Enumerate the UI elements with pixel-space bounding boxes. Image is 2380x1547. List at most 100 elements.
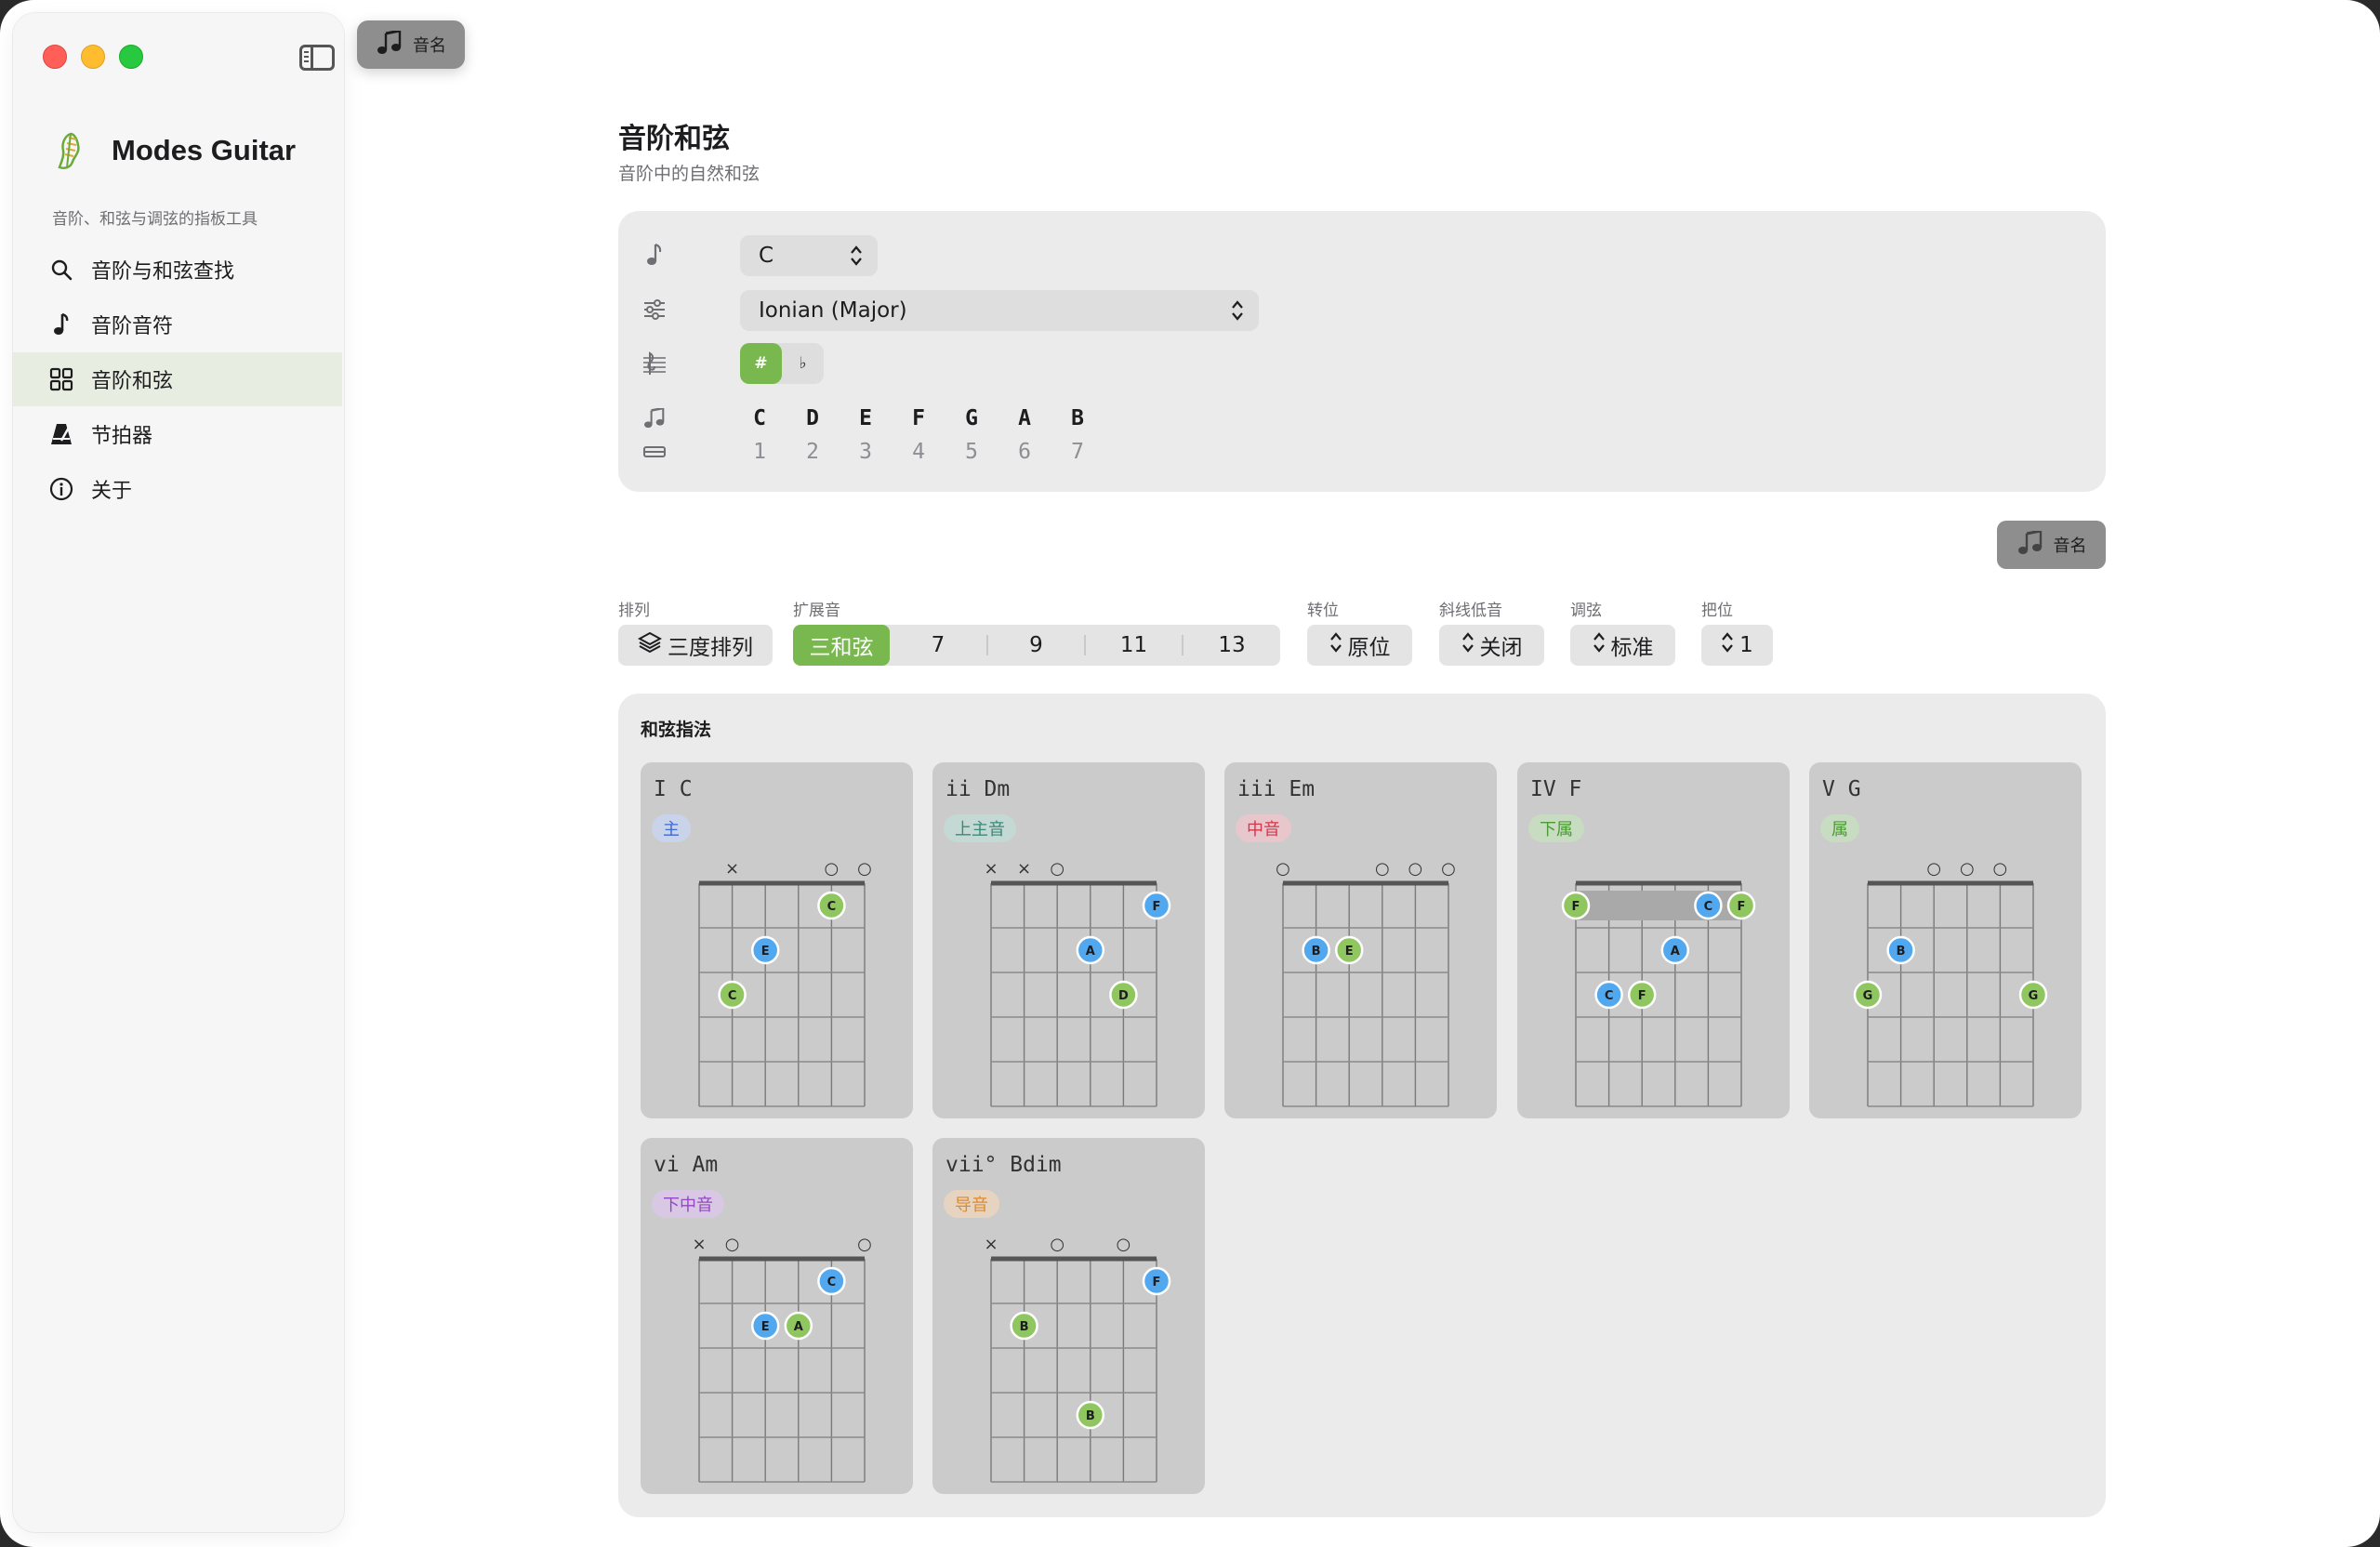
tuning-value: 标准 (1610, 636, 1654, 660)
finger-dot-note: E (761, 1320, 770, 1334)
finger-dot-note: C (827, 1276, 837, 1289)
chord-name: vi Am (654, 1153, 719, 1177)
extensions-segmented-control: 三和弦 7 9 11 13 (793, 625, 1280, 666)
fretboard-diagram: ○ ○ ○ B G G (1853, 859, 2048, 1107)
slash-bass-button[interactable]: 关闭 (1439, 625, 1544, 666)
finger-dot-note: B (1897, 945, 1906, 959)
muted-string-marker: × (1017, 859, 1031, 879)
app-logo-icon (58, 132, 80, 169)
chord-function-badge: 下属 (1528, 814, 1584, 842)
chord-function-badge: 属 (1820, 814, 1859, 842)
sidebar-item-scale-chord-finder[interactable]: 音阶与和弦查找 (13, 243, 342, 297)
root-note-select[interactable]: C (740, 235, 878, 276)
finger-dot-note: C (1704, 900, 1713, 914)
finger-dot-note: G (2029, 989, 2039, 1003)
inversion-button[interactable]: 原位 (1307, 625, 1412, 666)
maximize-window-button[interactable] (119, 45, 143, 69)
accidental-toggle: # ♭ (740, 343, 824, 384)
sidebar-item-scale-notes[interactable]: 音阶音符 (13, 298, 342, 351)
sidebar-toggle-icon[interactable] (299, 45, 335, 71)
chord-name: I C (654, 777, 693, 801)
scale-note: B (1071, 406, 1084, 430)
open-string-marker: ○ (1050, 1235, 1064, 1254)
open-string-marker: ○ (1408, 859, 1423, 879)
fretboard-diagram: ○ ○ ○ ○ B E (1276, 859, 1456, 1107)
search-icon (48, 257, 74, 283)
chord-card[interactable]: I C 主 × ○ ○ C E C (641, 762, 913, 1118)
inversion-label: 转位 (1307, 602, 1339, 620)
slash-bass-label: 斜线低音 (1439, 602, 1502, 620)
extension-option-triad[interactable]: 三和弦 (793, 625, 890, 666)
finger-dot-note: A (1671, 945, 1680, 959)
chord-card[interactable]: vi Am 下中音 × ○ ○ C E A (641, 1138, 913, 1494)
extensions-label: 扩展音 (793, 602, 840, 620)
chord-card[interactable]: vii° Bdim 导音 × ○ ○ F B B (932, 1138, 1205, 1494)
chevron-up-down-icon (1329, 631, 1342, 659)
flat-button[interactable]: ♭ (782, 343, 824, 384)
chord-card[interactable]: IV F 下属 F C F A C F (1517, 762, 1790, 1118)
sidebar-item-label: 音阶音符 (91, 315, 174, 338)
chevron-up-down-icon (851, 245, 862, 266)
muted-string-marker: × (984, 859, 998, 879)
mode-select[interactable]: Ionian (Major) (740, 290, 1259, 331)
sliders-icon (641, 296, 668, 324)
open-string-marker: ○ (1050, 859, 1064, 879)
finger-dot-note: F (1153, 1276, 1161, 1289)
close-window-button[interactable] (43, 45, 67, 69)
inversion-value: 原位 (1347, 636, 1391, 660)
note-names-label: 音名 (2053, 536, 2087, 556)
scale-degree: 4 (912, 440, 925, 464)
page-title: 音阶和弦 (618, 123, 730, 155)
muted-string-marker: × (984, 1235, 998, 1254)
chord-card[interactable]: ii Dm 上主音 × × ○ F A D (932, 762, 1205, 1118)
tuning-label: 调弦 (1570, 602, 1602, 620)
scale-note: E (859, 406, 872, 430)
chord-card[interactable]: V G 属 ○ ○ ○ B G G (1809, 762, 2082, 1118)
toolbar-note-names-label: 音名 (413, 36, 446, 56)
scale-note-column: E3 (847, 406, 884, 464)
extension-option-7[interactable]: 7 (890, 625, 986, 666)
open-string-marker: ○ (1375, 859, 1390, 879)
root-note-value: C (759, 244, 774, 268)
app-subtitle: 音阶、和弦与调弦的指板工具 (52, 210, 258, 229)
finger-dot-note: G (1863, 989, 1873, 1003)
finger-dot-note: F (1153, 900, 1161, 914)
mode-value: Ionian (Major) (759, 298, 907, 323)
scale-degree: 3 (859, 440, 872, 464)
sidebar-item-about[interactable]: 关于 (13, 462, 342, 516)
sidebar-item-scale-chords[interactable]: 音阶和弦 (13, 352, 342, 406)
toolbar-note-names-button[interactable]: 音名 (357, 20, 465, 69)
scale-note: F (912, 406, 925, 430)
chord-name: vii° Bdim (945, 1153, 1062, 1177)
sidebar: Modes Guitar 音阶、和弦与调弦的指板工具 音阶与和弦查找 音阶音符 … (13, 13, 344, 1532)
finger-dot-note: C (827, 900, 837, 914)
finger-dot-note: A (794, 1320, 803, 1334)
sidebar-item-metronome[interactable]: 节拍器 (13, 407, 342, 461)
sharp-button[interactable]: # (740, 343, 782, 384)
sidebar-item-label: 关于 (91, 480, 133, 503)
finger-dot-note: B (1086, 1409, 1095, 1423)
extension-option-9[interactable]: 9 (988, 625, 1084, 666)
fretboard-diagram: × × ○ F A D (984, 859, 1171, 1107)
finger-dot-note: D (1118, 989, 1129, 1003)
position-button[interactable]: 1 (1701, 625, 1773, 666)
extension-option-13[interactable]: 13 (1183, 625, 1280, 666)
tuning-button[interactable]: 标准 (1570, 625, 1675, 666)
finger-dot-note: C (728, 989, 737, 1003)
scale-note-column: D2 (794, 406, 831, 464)
info-icon (48, 476, 74, 502)
note-names-button[interactable]: 音名 (1997, 521, 2106, 569)
chord-card[interactable]: iii Em 中音 ○ ○ ○ ○ B E (1224, 762, 1497, 1118)
fretboard-diagram: × ○ ○ F B B (984, 1235, 1171, 1483)
open-string-marker: ○ (857, 1235, 872, 1254)
scale-note-column: A6 (1006, 406, 1043, 464)
music-notes-icon (641, 404, 668, 432)
chord-function-badge: 主 (652, 814, 691, 842)
position-value: 1 (1739, 633, 1753, 657)
sidebar-item-label: 音阶与和弦查找 (91, 260, 235, 284)
chord-function-badge: 上主音 (944, 814, 1016, 842)
arrangement-button[interactable]: 三度排列 (618, 625, 773, 666)
extension-option-11[interactable]: 11 (1086, 625, 1182, 666)
minimize-window-button[interactable] (81, 45, 105, 69)
open-string-marker: ○ (1926, 859, 1941, 879)
